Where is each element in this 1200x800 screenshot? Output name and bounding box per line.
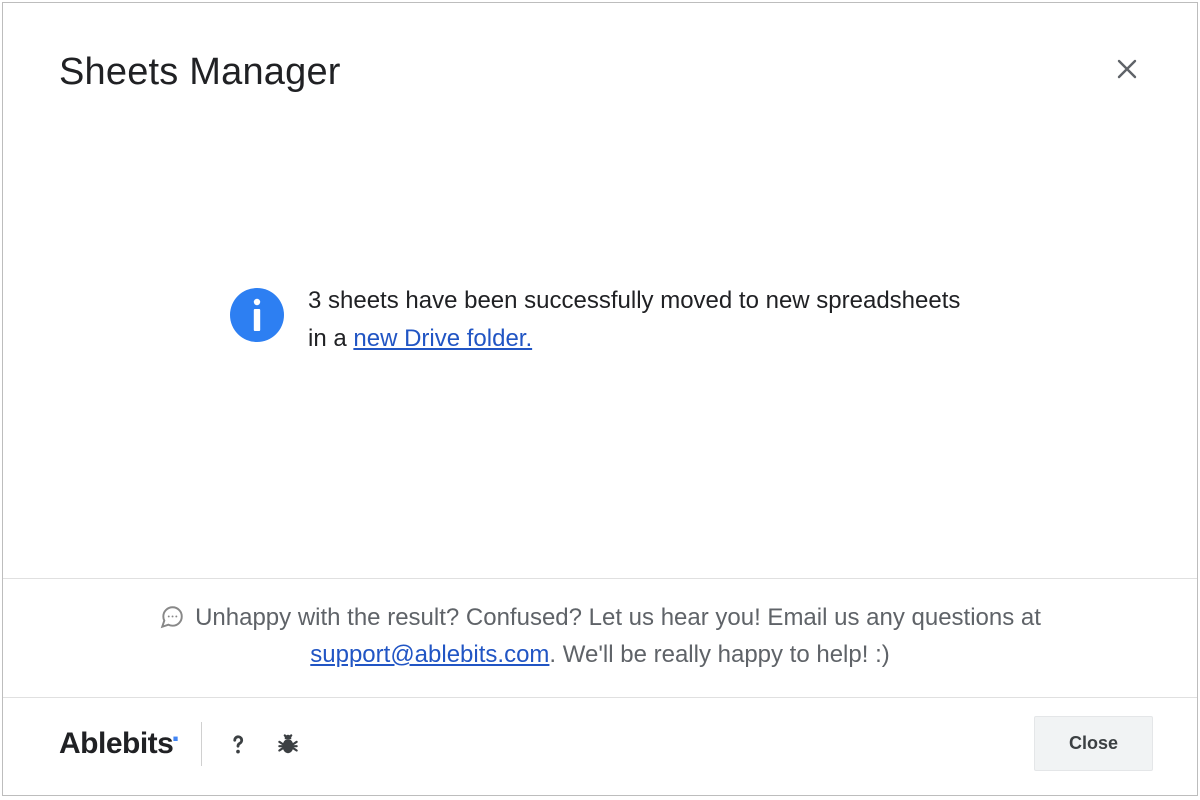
close-icon[interactable] (1113, 55, 1141, 83)
chat-icon (159, 604, 185, 630)
dialog-header: Sheets Manager (3, 3, 1197, 94)
dialog-body: 3 sheets have been successfully moved to… (3, 94, 1197, 578)
info-icon (230, 288, 284, 342)
new-drive-folder-link[interactable]: new Drive folder. (353, 325, 532, 352)
divider (201, 722, 202, 766)
bug-icon[interactable] (274, 730, 302, 758)
close-button[interactable]: Close (1034, 716, 1153, 771)
status-message: 3 sheets have been successfully moved to… (308, 282, 970, 359)
dialog-title: Sheets Manager (59, 51, 341, 94)
footer: Ablebits. Close (3, 698, 1197, 795)
brand-text: Ablebits (59, 727, 173, 761)
feedback-block: Unhappy with the result? Confused? Let u… (3, 578, 1197, 698)
brand-dot: . (171, 717, 179, 747)
feedback-suffix: . We'll be really happy to help! :) (549, 641, 889, 668)
footer-left: Ablebits. (59, 722, 302, 766)
feedback-prefix: Unhappy with the result? Confused? Let u… (195, 604, 1041, 631)
brand-logo: Ablebits. (59, 727, 179, 761)
message-row: 3 sheets have been successfully moved to… (230, 282, 970, 359)
support-email-link[interactable]: support@ablebits.com (310, 641, 549, 668)
feedback-text: Unhappy with the result? Confused? Let u… (150, 599, 1050, 673)
dialog: Sheets Manager 3 sheets have been succes… (2, 2, 1198, 796)
help-icon[interactable] (224, 730, 252, 758)
